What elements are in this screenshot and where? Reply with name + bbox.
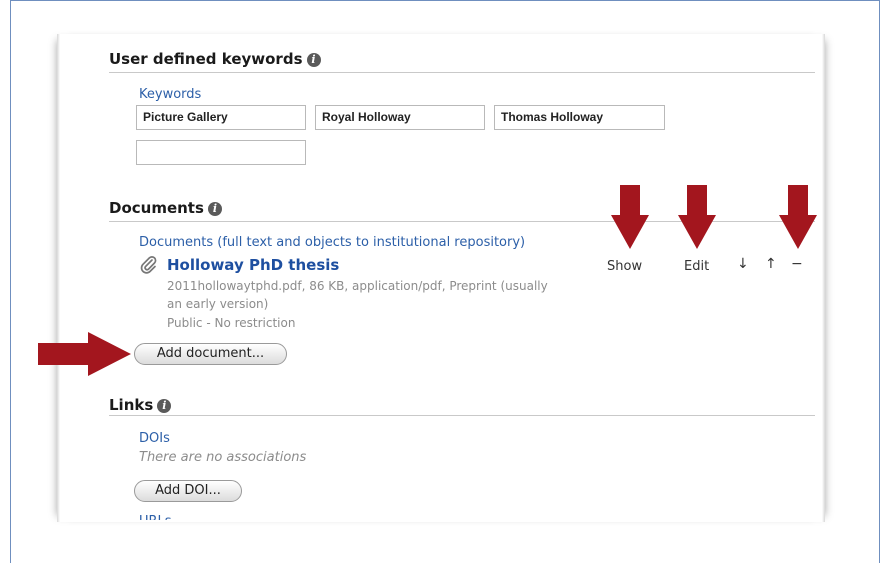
info-icon[interactable]: i [157, 399, 172, 413]
show-document-link[interactable]: Show [607, 259, 642, 274]
edit-document-link[interactable]: Edit [684, 259, 709, 274]
keywords-divider [109, 72, 815, 73]
documents-heading: Documents i [109, 199, 222, 217]
panel-shadow-left [57, 34, 60, 522]
red-annotation-arrow-add-document [38, 332, 131, 376]
urls-field-label: URLs [139, 514, 172, 520]
dois-field-label: DOIs [139, 431, 170, 446]
documents-heading-text: Documents [109, 199, 204, 217]
keywords-heading: User defined keywords i [109, 50, 321, 68]
keywords-heading-text: User defined keywords [109, 50, 303, 68]
red-annotation-arrow-edit [678, 185, 716, 249]
links-heading-text: Links [109, 396, 154, 414]
keyword-input-3[interactable]: Thomas Holloway [494, 105, 665, 130]
move-down-icon[interactable]: ↓ [737, 256, 749, 272]
info-icon[interactable]: i [207, 202, 222, 216]
documents-field-label: Documents (full text and objects to inst… [139, 235, 526, 250]
document-meta-line2: an early version) [167, 297, 269, 311]
add-document-button[interactable]: Add document... [134, 343, 287, 365]
keywords-field-label: Keywords [139, 87, 202, 102]
links-heading: Links i [109, 396, 172, 414]
document-meta-line1: 2011hollowaytphd.pdf, 86 KB, application… [167, 279, 548, 293]
keyword-input-4[interactable] [136, 140, 306, 165]
keyword-input-1[interactable]: Picture Gallery [136, 105, 306, 130]
dois-empty-note: There are no associations [139, 450, 307, 465]
remove-icon[interactable]: − [791, 256, 803, 272]
panel-shadow-right [822, 34, 825, 522]
keyword-input-2[interactable]: Royal Holloway [315, 105, 485, 130]
document-access: Public - No restriction [167, 316, 296, 330]
red-annotation-arrow-show [611, 185, 649, 249]
paperclip-icon [140, 256, 157, 274]
add-doi-button[interactable]: Add DOI... [134, 480, 242, 502]
red-annotation-arrow-remove [779, 185, 817, 249]
links-divider [109, 415, 815, 416]
info-icon[interactable]: i [306, 53, 321, 67]
document-title-link[interactable]: Holloway PhD thesis [167, 256, 339, 274]
move-up-icon[interactable]: ↑ [765, 256, 777, 272]
